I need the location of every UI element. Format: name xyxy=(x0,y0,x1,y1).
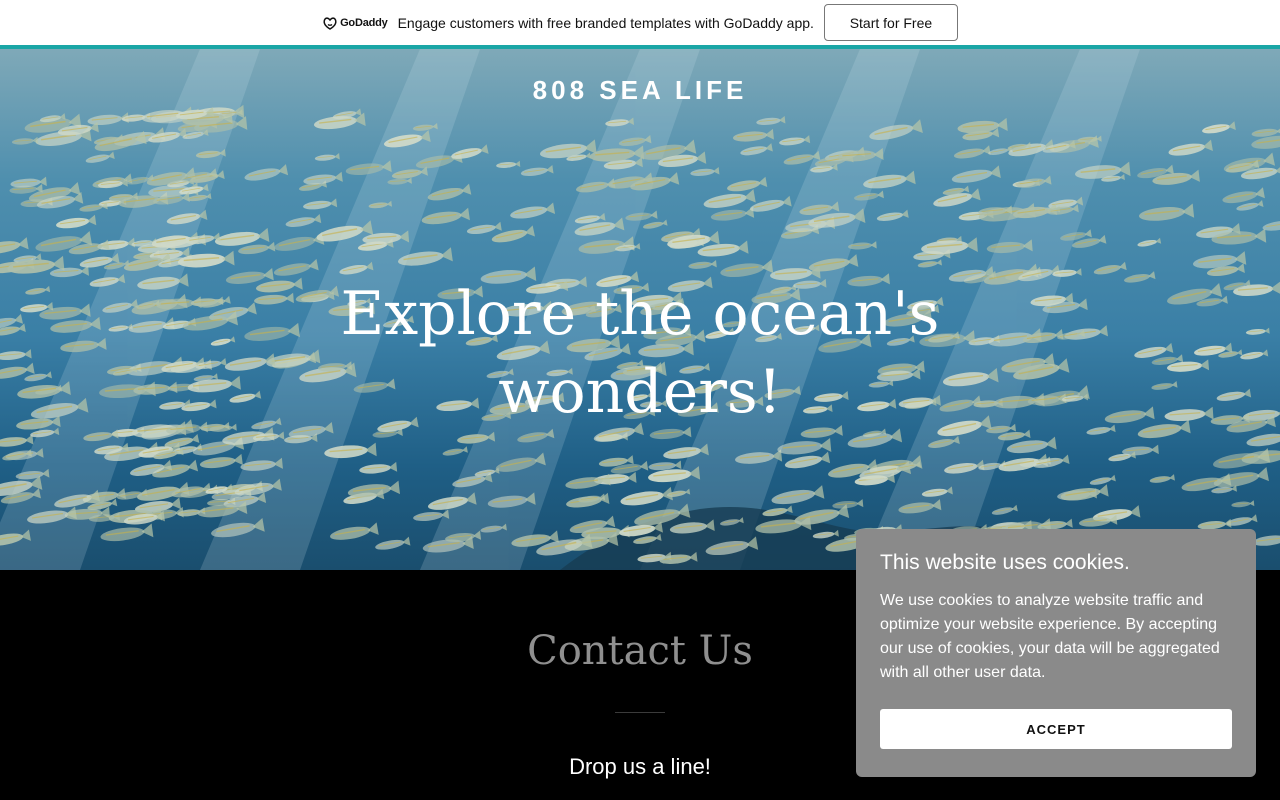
promo-text: Engage customers with free branded templ… xyxy=(397,14,814,31)
godaddy-logo[interactable]: GoDaddy xyxy=(322,15,388,31)
accept-cookies-button[interactable]: ACCEPT xyxy=(880,709,1232,749)
contact-divider xyxy=(615,712,665,713)
godaddy-logo-icon xyxy=(323,16,337,30)
site-title[interactable]: 808 SEA LIFE xyxy=(0,75,1280,106)
cookie-consent-dialog: This website uses cookies. We use cookie… xyxy=(856,529,1256,777)
promo-banner: GoDaddy Engage customers with free brand… xyxy=(0,0,1280,45)
hero-headline-line-1: Explore the ocean's xyxy=(340,279,940,349)
cookie-title: This website uses cookies. xyxy=(880,551,1130,574)
hero-section: 808 SEA LIFE Explore the ocean's wonders… xyxy=(0,49,1280,570)
promo-content: GoDaddy Engage customers with free brand… xyxy=(322,4,958,41)
hero-headline: Explore the ocean's wonders! xyxy=(0,275,1280,431)
godaddy-logo-text: GoDaddy xyxy=(340,16,388,29)
hero-headline-line-2: wonders! xyxy=(498,357,782,427)
cookie-body: We use cookies to analyze website traffi… xyxy=(880,592,1220,681)
start-for-free-button[interactable]: Start for Free xyxy=(823,4,958,41)
